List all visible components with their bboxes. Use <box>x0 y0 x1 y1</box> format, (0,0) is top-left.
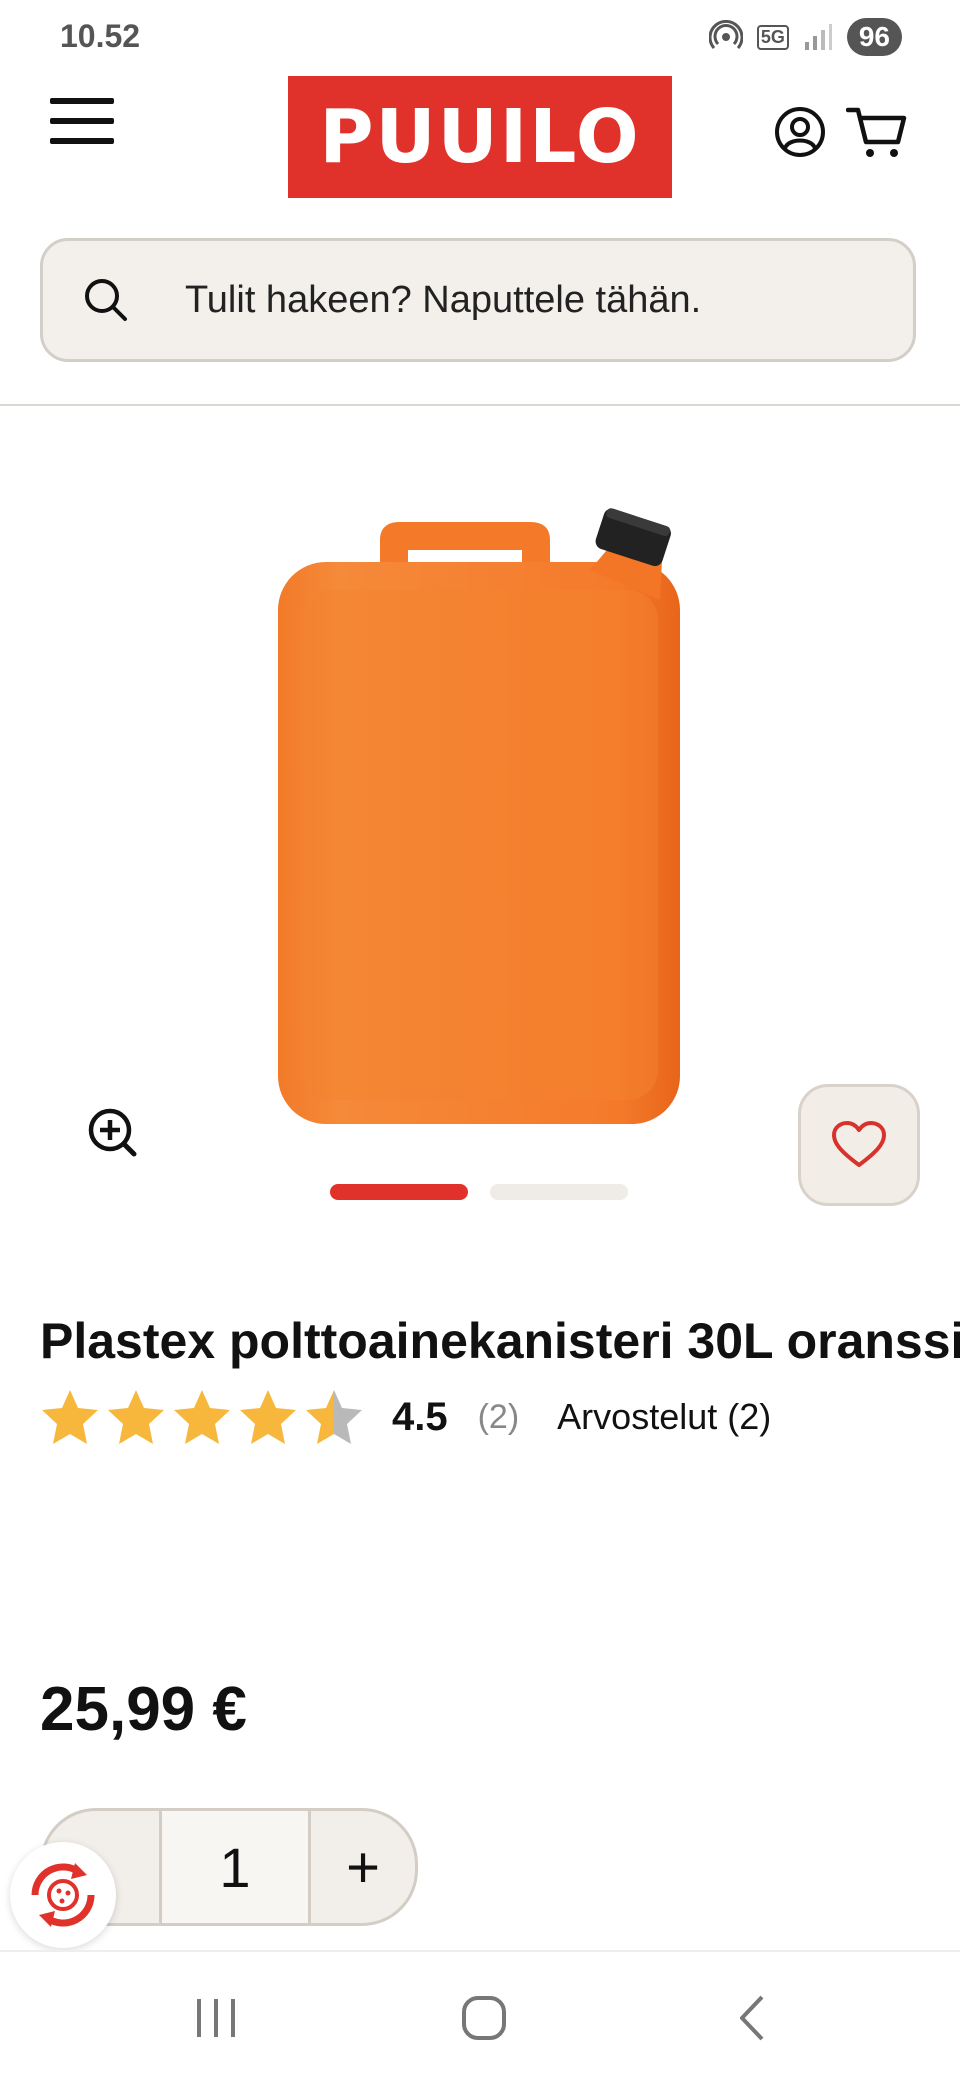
quantity-increase-button[interactable]: + <box>311 1811 415 1923</box>
header: PUUILO <box>0 74 960 204</box>
user-circle-icon[interactable] <box>774 106 826 158</box>
image-carousel-dots <box>330 1184 628 1200</box>
search-icon <box>85 279 127 321</box>
home-icon <box>462 1996 506 2040</box>
signal-icon <box>804 24 832 50</box>
star-icon <box>42 1390 98 1444</box>
status-bar: 10.52 5G 96 <box>0 0 960 74</box>
back-icon <box>740 1995 764 2041</box>
product-title: Plastex polttoainekanisteri 30L oranssi <box>40 1313 960 1369</box>
back-button[interactable] <box>712 1988 792 2048</box>
carousel-dot-1[interactable] <box>330 1184 468 1200</box>
cookie-settings-button[interactable] <box>10 1842 116 1948</box>
quantity-value[interactable]: 1 <box>159 1811 311 1923</box>
product-image[interactable] <box>260 500 700 1140</box>
status-time: 10.52 <box>60 18 141 54</box>
battery-indicator: 96 <box>846 18 902 56</box>
rating-count: (2) <box>477 1397 520 1436</box>
half-star-icon <box>306 1390 362 1444</box>
search-input[interactable]: Tulit hakeen? Naputtele tähän. <box>185 279 701 322</box>
star-icon <box>240 1390 296 1444</box>
recent-apps-button[interactable] <box>176 1988 256 2048</box>
heart-icon <box>832 1121 886 1167</box>
puuilo-logo[interactable]: PUUILO <box>288 76 672 198</box>
product-price: 25,99 € <box>40 1675 247 1744</box>
search-bar[interactable]: Tulit hakeen? Naputtele tähän. <box>40 238 916 362</box>
zoom-in-icon[interactable] <box>86 1106 138 1158</box>
reviews-link[interactable]: Arvostelut (2) <box>557 1396 771 1438</box>
rating-row: 4.5 (2) Arvostelut (2) <box>40 1384 771 1450</box>
recent-apps-icon <box>197 1999 235 2037</box>
rating-value: 4.5 <box>392 1394 448 1439</box>
hamburger-menu-icon[interactable] <box>50 98 114 150</box>
system-navigation-bar <box>0 1950 960 2082</box>
carousel-dot-2[interactable] <box>490 1184 628 1200</box>
network-label: 5G <box>756 24 789 50</box>
status-icons: 5G 96 <box>708 18 902 56</box>
star-icon <box>108 1390 164 1444</box>
wishlist-button[interactable] <box>798 1084 920 1206</box>
cookie-settings-icon <box>31 1863 95 1927</box>
logo-text: PUUILO <box>319 94 641 180</box>
hotspot-icon <box>708 20 743 49</box>
shopping-cart-icon[interactable] <box>846 104 908 160</box>
star-icon <box>174 1390 230 1444</box>
header-divider <box>0 404 960 406</box>
rating-stars <box>40 1387 364 1447</box>
home-button[interactable] <box>444 1988 524 2048</box>
